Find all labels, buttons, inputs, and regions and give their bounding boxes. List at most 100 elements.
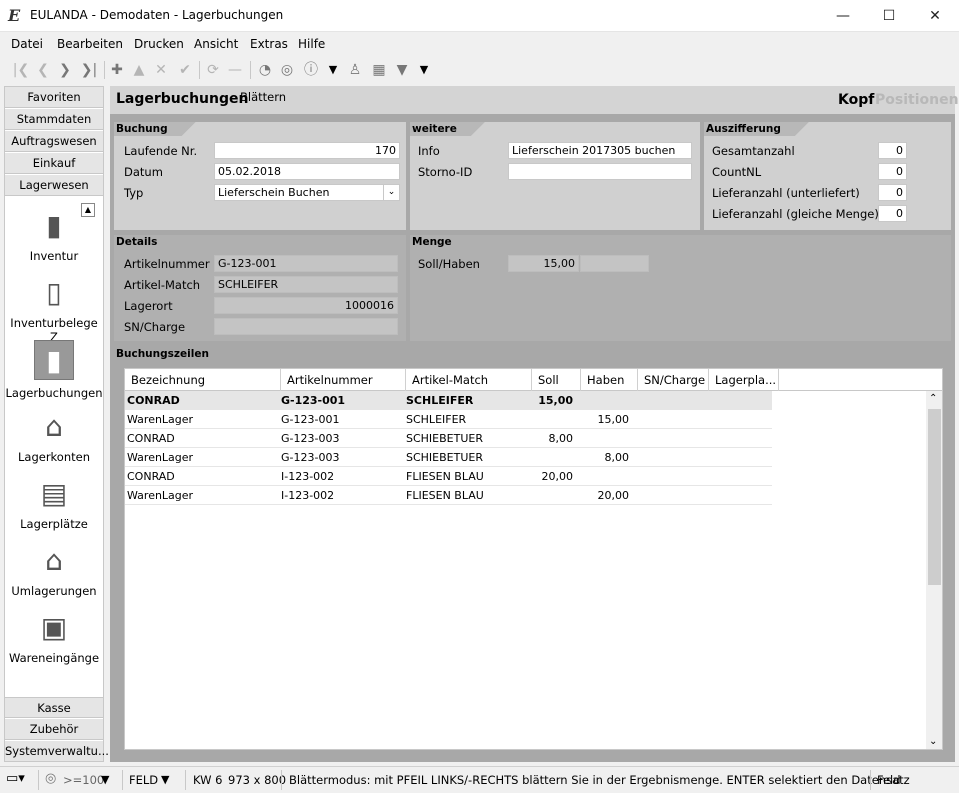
- feld-dropdown-icon[interactable]: ▼: [161, 773, 169, 786]
- datum-field[interactable]: 05.02.2018: [214, 163, 400, 180]
- menu-ansicht[interactable]: Ansicht: [194, 37, 238, 51]
- zoom-icon: ◎: [45, 771, 57, 786]
- column-header-sn-charge[interactable]: SN/Charge: [638, 369, 709, 391]
- table-row[interactable]: WarenLager G-123-003 SCHIEBETUER 8,00: [125, 448, 772, 467]
- nav-stammdaten[interactable]: Stammdaten: [5, 109, 103, 130]
- table-row[interactable]: WarenLager G-123-001 SCHLEIFER 15,00: [125, 410, 772, 429]
- status-divider: [281, 770, 282, 790]
- info-icon[interactable]: ⓘ: [302, 60, 320, 80]
- first-record-icon[interactable]: |❮: [12, 60, 30, 80]
- cell-soll: 20,00: [541, 470, 574, 483]
- scroll-up-icon[interactable]: ⌃: [929, 393, 937, 404]
- artikel-match-label: Artikel-Match: [124, 278, 201, 292]
- menu-hilfe[interactable]: Hilfe: [298, 37, 325, 51]
- table-row[interactable]: CONRAD I-123-002 FLIESEN BLAU 20,00: [125, 467, 772, 486]
- column-header-artikelnummer[interactable]: Artikelnummer: [281, 369, 406, 391]
- soll-field: 15,00: [508, 255, 579, 272]
- nav-item-lagerkonten[interactable]: ⌂ Lagerkonten: [5, 410, 103, 464]
- refresh-icon[interactable]: ⟳: [204, 60, 222, 80]
- table-row[interactable]: WarenLager I-123-002 FLIESEN BLAU 20,00: [125, 486, 772, 505]
- soll-haben-label: Soll/Haben: [418, 257, 480, 271]
- zoom-dropdown-icon[interactable]: ▼: [101, 773, 109, 786]
- next-record-icon[interactable]: ❯: [56, 60, 74, 80]
- zoom-value[interactable]: >=100: [63, 773, 104, 787]
- sn-charge-label: SN/Charge: [124, 320, 186, 334]
- menu-drucken[interactable]: Drucken: [134, 37, 184, 51]
- minimize-button[interactable]: —: [820, 0, 866, 31]
- feld-dropdown[interactable]: FELD: [129, 773, 158, 787]
- nav-auftragswesen[interactable]: Auftragswesen: [5, 131, 103, 152]
- details-title: Details: [116, 236, 158, 248]
- nav-item-lagerplaetze[interactable]: ▤ Lagerplätze: [5, 477, 103, 531]
- table-row[interactable]: CONRAD G-123-003 SCHIEBETUER 8,00: [125, 429, 772, 448]
- binoculars-icon[interactable]: ◔: [256, 60, 274, 80]
- warehouse-icon: ⌂: [45, 410, 63, 443]
- countnl-field[interactable]: 0: [878, 163, 907, 180]
- transfer-icon: ⌂: [45, 544, 63, 577]
- nav-systemverwaltung[interactable]: Systemverwaltu...: [5, 741, 109, 762]
- window-layout-icon[interactable]: ▭▾: [6, 771, 25, 786]
- chevron-down-icon[interactable]: ⌄: [383, 185, 399, 200]
- menu-bearbeiten[interactable]: Bearbeiten: [57, 37, 123, 51]
- cell-bezeichnung: WarenLager: [127, 489, 194, 502]
- nav-lagerwesen[interactable]: Lagerwesen: [5, 175, 103, 196]
- typ-select[interactable]: Lieferschein Buchen ⌄: [214, 184, 400, 201]
- minus-icon[interactable]: —: [226, 60, 244, 80]
- scrollbar-thumb[interactable]: [928, 409, 941, 585]
- left-navigation: Favoriten Stammdaten Auftragswesen Einka…: [4, 86, 109, 762]
- storno-id-field[interactable]: [508, 163, 692, 180]
- tab-kopf[interactable]: Kopf: [838, 92, 874, 108]
- nav-item-wareneingaenge[interactable]: ▣ Wareneingänge: [5, 611, 103, 665]
- column-header-lagerplatz[interactable]: Lagerpla...: [709, 369, 779, 391]
- lieferanzahl-unter-field[interactable]: 0: [878, 184, 907, 201]
- typ-label: Typ: [124, 186, 144, 200]
- table-row[interactable]: CONRAD G-123-001 SCHLEIFER 15,00: [125, 391, 772, 410]
- gesamtanzahl-field[interactable]: 0: [878, 142, 907, 159]
- nav-item-inventur[interactable]: ▮ Inventur: [5, 209, 103, 263]
- target-icon[interactable]: ◎: [278, 60, 296, 80]
- filter-dropdown-icon[interactable]: ▼: [415, 60, 433, 80]
- menu-extras[interactable]: Extras: [250, 37, 288, 51]
- cell-bezeichnung: WarenLager: [127, 413, 194, 426]
- nav-zubehoer[interactable]: Zubehör: [5, 719, 103, 740]
- nav-item-inventurbelege[interactable]: ▯ Inventurbelege Z: [5, 276, 103, 344]
- laufende-nr-field[interactable]: 170: [214, 142, 400, 159]
- toolbar-divider: [104, 61, 105, 79]
- lagerort-field: 1000016: [214, 297, 398, 314]
- nav-item-label: Lagerkonten: [17, 450, 90, 464]
- prev-record-icon[interactable]: ❮: [34, 60, 52, 80]
- last-record-icon[interactable]: ❯|: [80, 60, 98, 80]
- cell-artikel-match: FLIESEN BLAU: [406, 470, 484, 483]
- table-scrollbar[interactable]: ⌃ ⌄: [926, 391, 942, 749]
- nav-kasse[interactable]: Kasse: [5, 697, 103, 718]
- column-header-soll[interactable]: Soll: [532, 369, 581, 391]
- cancel-icon[interactable]: ✕: [152, 60, 170, 80]
- column-header-artikel-match[interactable]: Artikel-Match: [406, 369, 532, 391]
- close-button[interactable]: ✕: [912, 0, 958, 31]
- haben-field: [580, 255, 649, 272]
- cell-artikelnummer: I-123-002: [281, 489, 335, 502]
- cell-artikelnummer: I-123-002: [281, 470, 335, 483]
- scroll-down-icon[interactable]: ⌄: [929, 736, 937, 747]
- nav-einkauf[interactable]: Einkauf: [5, 153, 103, 174]
- dropdown-arrow-icon[interactable]: ▼: [324, 60, 342, 80]
- column-header-haben[interactable]: Haben: [581, 369, 638, 391]
- menu-datei[interactable]: Datei: [11, 37, 43, 51]
- info-field[interactable]: Lieferschein 2017305 buchen: [508, 142, 692, 159]
- lieferanzahl-gleich-field[interactable]: 0: [878, 205, 907, 222]
- column-header-bezeichnung[interactable]: Bezeichnung: [125, 369, 281, 391]
- up-icon[interactable]: ▲: [130, 60, 148, 80]
- nav-favoriten[interactable]: Favoriten: [5, 87, 103, 108]
- check-icon[interactable]: ✔: [176, 60, 194, 80]
- nav-item-umlagerungen[interactable]: ⌂ Umlagerungen: [5, 544, 103, 598]
- cell-bezeichnung: WarenLager: [127, 451, 194, 464]
- tab-positionen[interactable]: Positionen: [875, 92, 959, 108]
- filter-icon[interactable]: ▼: [393, 60, 411, 80]
- nav-item-lagerbuchungen[interactable]: ▮ Lagerbuchungen: [5, 340, 103, 400]
- artikelnummer-label: Artikelnummer: [124, 257, 210, 271]
- info-label: Info: [418, 144, 440, 158]
- add-icon[interactable]: ✚: [108, 60, 126, 80]
- maximize-button[interactable]: ☐: [866, 0, 912, 31]
- grid-icon[interactable]: ▦: [370, 60, 388, 80]
- person-icon[interactable]: ♙: [346, 60, 364, 80]
